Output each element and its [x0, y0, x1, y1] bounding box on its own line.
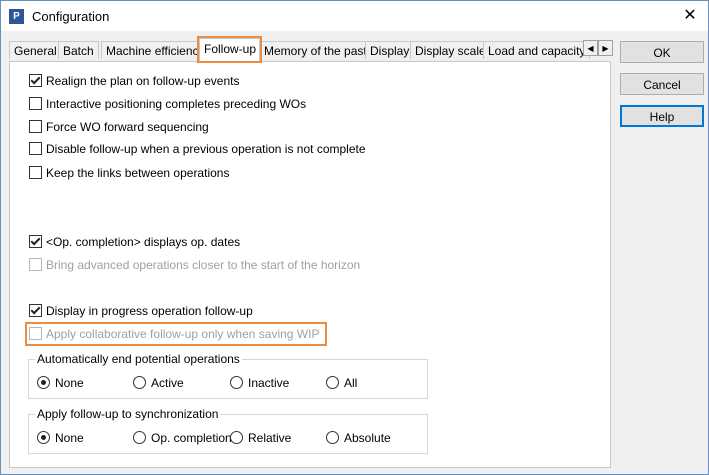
tab-general[interactable]: General	[9, 41, 62, 59]
checkbox-icon	[29, 258, 42, 271]
option-label: Display in progress operation follow-up	[46, 304, 253, 318]
tab-machine-efficiency[interactable]: Machine efficiency	[101, 41, 210, 59]
option-display-in-progress[interactable]: Display in progress operation follow-up	[29, 303, 253, 319]
option-apply-collaborative: Apply collaborative follow-up only when …	[24, 322, 328, 346]
checkbox-icon	[29, 327, 42, 340]
checkbox-icon[interactable]	[29, 120, 42, 133]
cancel-button[interactable]: Cancel	[620, 73, 704, 95]
window-title: Configuration	[32, 9, 110, 24]
option-label: Realign the plan on follow-up events	[46, 74, 240, 88]
radio-sync-absolute[interactable]: Absolute	[326, 431, 391, 445]
configuration-dialog: P Configuration ✕ General Batch Machine …	[0, 0, 709, 475]
radio-selected-icon[interactable]	[37, 376, 50, 389]
title-bar: P Configuration ✕	[1, 1, 708, 31]
option-label: Bring advanced operations closer to the …	[46, 258, 361, 272]
tab-scroll-right-icon[interactable]: ▶	[598, 40, 613, 56]
checkbox-icon[interactable]	[29, 166, 42, 179]
radio-auto-end-none[interactable]: None	[37, 376, 84, 390]
option-label: Apply collaborative follow-up only when …	[46, 327, 320, 341]
radio-icon[interactable]	[326, 431, 339, 444]
follow-up-panel: Realign the plan on follow-up events Int…	[9, 61, 611, 468]
radio-icon[interactable]	[326, 376, 339, 389]
tab-memory-of-the-past[interactable]: Memory of the past	[259, 41, 372, 59]
checkbox-checked-icon[interactable]	[29, 304, 42, 317]
option-label: Disable follow-up when a previous operat…	[46, 142, 366, 156]
option-realign-plan[interactable]: Realign the plan on follow-up events	[29, 73, 239, 89]
radio-icon[interactable]	[230, 431, 243, 444]
radio-icon[interactable]	[230, 376, 243, 389]
radio-auto-end-active[interactable]: Active	[133, 376, 184, 390]
tab-scroll-left-icon[interactable]: ◀	[583, 40, 598, 56]
radio-icon[interactable]	[133, 431, 146, 444]
radio-label: Active	[151, 376, 184, 390]
radio-label: Relative	[248, 431, 292, 445]
radio-icon[interactable]	[133, 376, 146, 389]
tab-batch[interactable]: Batch	[58, 41, 99, 59]
checkbox-checked-icon[interactable]	[29, 235, 42, 248]
tab-display-scale[interactable]: Display scale	[410, 41, 491, 59]
tab-load-and-capacity[interactable]: Load and capacity	[483, 41, 591, 59]
radio-sync-relative[interactable]: Relative	[230, 431, 291, 445]
option-label: Keep the links between operations	[46, 166, 230, 180]
tab-display[interactable]: Display	[365, 41, 415, 59]
group-title: Automatically end potential operations	[35, 352, 242, 366]
option-disable-follow-up[interactable]: Disable follow-up when a previous operat…	[29, 141, 366, 157]
group-title: Apply follow-up to synchronization	[35, 407, 221, 421]
help-button[interactable]: Help	[620, 105, 704, 127]
radio-sync-none[interactable]: None	[37, 431, 84, 445]
radio-label: Inactive	[248, 376, 290, 390]
checkbox-icon[interactable]	[29, 97, 42, 110]
option-keep-links[interactable]: Keep the links between operations	[29, 165, 229, 181]
checkbox-icon[interactable]	[29, 142, 42, 155]
radio-auto-end-all[interactable]: All	[326, 376, 357, 390]
radio-sync-op-completion[interactable]: Op. completion	[133, 431, 232, 445]
tab-strip: General Batch Machine efficiency Follow-…	[9, 36, 614, 63]
radio-label: None	[55, 431, 84, 445]
option-label: Interactive positioning completes preced…	[46, 97, 307, 111]
radio-label: None	[55, 376, 84, 390]
option-label: Force WO forward sequencing	[46, 120, 209, 134]
option-bring-advanced-ops: Bring advanced operations closer to the …	[29, 257, 360, 273]
option-label: <Op. completion> displays op. dates	[46, 235, 241, 249]
ok-button[interactable]: OK	[620, 41, 704, 63]
option-force-wo-forward[interactable]: Force WO forward sequencing	[29, 119, 209, 135]
radio-label: Absolute	[344, 431, 391, 445]
radio-auto-end-inactive[interactable]: Inactive	[230, 376, 289, 390]
app-icon: P	[9, 9, 24, 24]
option-op-completion-dates[interactable]: <Op. completion> displays op. dates	[29, 234, 240, 250]
radio-label: Op. completion	[151, 431, 232, 445]
radio-label: All	[344, 376, 358, 390]
option-interactive-positioning[interactable]: Interactive positioning completes preced…	[29, 96, 306, 112]
group-sync: Apply follow-up to synchronization None …	[28, 407, 428, 454]
radio-selected-icon[interactable]	[37, 431, 50, 444]
tab-follow-up[interactable]: Follow-up	[197, 36, 262, 63]
checkbox-checked-icon[interactable]	[29, 74, 42, 87]
group-auto-end: Automatically end potential operations N…	[28, 352, 428, 399]
close-icon[interactable]: ✕	[679, 5, 701, 27]
